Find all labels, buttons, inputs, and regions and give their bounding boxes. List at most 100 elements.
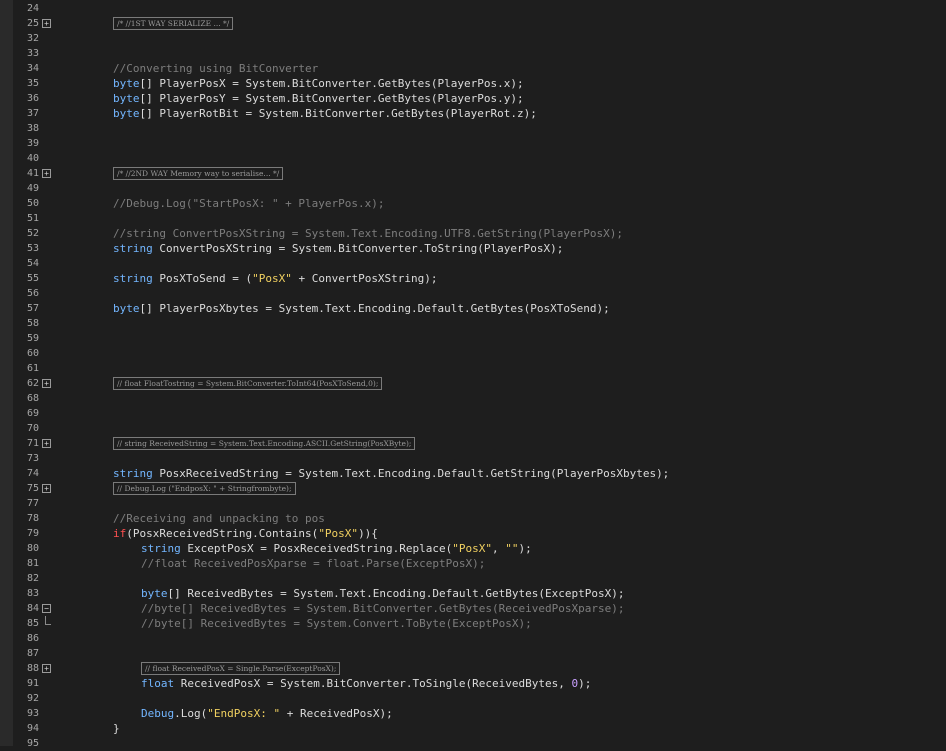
code-line-62[interactable]: 62 + // float FloatTostring = System.BitCo… [0, 376, 946, 391]
line-number: 83 [27, 588, 40, 599]
code-text[interactable]: //string ConvertPosXString = System.Text… [113, 226, 623, 241]
collapsed-region[interactable]: /* //2ND WAY Memory way to serialise... … [113, 167, 284, 180]
string-token: "PosX" [452, 542, 493, 555]
line-number: 78 [27, 513, 40, 524]
code-line-77[interactable]: 77 [0, 496, 946, 511]
code-line-57[interactable]: 57 byte[] PlayerPosXbytes = System.Text.E… [0, 301, 946, 316]
code-line-68[interactable]: 68 [0, 391, 946, 406]
line-number: 74 [27, 468, 40, 479]
code-line-41[interactable]: 41 + /* //2ND WAY Memory way to serialise.… [0, 166, 946, 181]
code-text[interactable]: byte[] PlayerPosX = System.BitConverter.… [113, 76, 524, 91]
code-text[interactable]: string PosxReceivedString = System.Text.… [113, 466, 669, 481]
collapse-fold-icon[interactable]: − [42, 604, 51, 613]
code-text[interactable]: string PosXToSend = ("PosX" + ConvertPos… [113, 271, 438, 286]
code-line-84[interactable]: 84− //byte[] ReceivedBytes = System.BitCo… [0, 601, 946, 616]
code-line-59[interactable]: 59 [0, 331, 946, 346]
code-line-85[interactable]: 85 //byte[] ReceivedBytes = System.Conver… [0, 616, 946, 631]
expand-fold-icon[interactable]: + [42, 439, 51, 448]
code-line-54[interactable]: 54 [0, 256, 946, 271]
code-line-87[interactable]: 87 [0, 646, 946, 661]
code-line-94[interactable]: 94} [0, 721, 946, 736]
comment-token: //byte[] ReceivedBytes = System.Convert.… [141, 617, 532, 630]
code-line-81[interactable]: 81 //float ReceivedPosXparse = float.Pars… [0, 556, 946, 571]
code-line-34[interactable]: 34 //Converting using BitConverter [0, 61, 946, 76]
line-number: 94 [27, 723, 40, 734]
keyword-token: byte [141, 587, 168, 600]
code-line-53[interactable]: 53 string ConvertPosXString = System.BitC… [0, 241, 946, 256]
code-text[interactable]: if(PosxReceivedString.Contains("PosX")){ [113, 526, 378, 541]
code-text[interactable]: byte[] PlayerPosXbytes = System.Text.Enc… [113, 301, 610, 316]
line-number: 55 [27, 273, 40, 284]
code-text[interactable]: byte[] PlayerRotBit = System.BitConverte… [113, 106, 537, 121]
expand-fold-icon[interactable]: + [42, 664, 51, 673]
code-text[interactable]: //byte[] ReceivedBytes = System.Convert.… [141, 616, 532, 631]
code-line-58[interactable]: 58 [0, 316, 946, 331]
collapsed-region[interactable]: // string ReceivedString = System.Text.E… [113, 437, 416, 450]
line-number: 61 [27, 363, 40, 374]
code-line-61[interactable]: 61 [0, 361, 946, 376]
collapsed-region[interactable]: // Debug.Log ("EndposX: " + Stringfromby… [113, 482, 296, 495]
code-text[interactable]: //Converting using BitConverter [113, 61, 318, 76]
code-text[interactable]: byte[] PlayerPosY = System.BitConverter.… [113, 91, 524, 106]
code-text[interactable]: //Debug.Log("StartPosX: " + PlayerPos.x)… [113, 196, 385, 211]
code-line-74[interactable]: 74 string PosxReceivedString = System.Tex… [0, 466, 946, 481]
line-number: 92 [27, 693, 40, 704]
code-text[interactable]: string ConvertPosXString = System.BitCon… [113, 241, 563, 256]
code-line-36[interactable]: 36 byte[] PlayerPosY = System.BitConverte… [0, 91, 946, 106]
code-line-56[interactable]: 56 [0, 286, 946, 301]
code-line-32[interactable]: 32 [0, 31, 946, 46]
code-line-55[interactable]: 55 string PosXToSend = ("PosX" + ConvertP… [0, 271, 946, 286]
code-line-95[interactable]: 95 [0, 736, 946, 751]
code-line-91[interactable]: 91 float ReceivedPosX = System.BitConvert… [0, 676, 946, 691]
code-line-24[interactable]: 24 [0, 1, 946, 16]
code-line-52[interactable]: 52 //string ConvertPosXString = System.Te… [0, 226, 946, 241]
keyword-token: string [113, 242, 153, 255]
collapsed-region[interactable]: // float ReceivedPosX = Single.Parse(Exc… [141, 662, 341, 675]
code-line-92[interactable]: 92 [0, 691, 946, 706]
code-line-35[interactable]: 35 byte[] PlayerPosX = System.BitConverte… [0, 76, 946, 91]
code-text[interactable]: } [113, 721, 120, 736]
fold-end-marker [45, 616, 51, 625]
code-line-73[interactable]: 73 [0, 451, 946, 466]
code-text[interactable]: //byte[] ReceivedBytes = System.BitConve… [141, 601, 624, 616]
keyword-token: byte [113, 302, 140, 315]
code-line-80[interactable]: 80 string ExceptPosX = PosxReceivedString… [0, 541, 946, 556]
code-text[interactable]: //Receiving and unpacking to pos [113, 511, 325, 526]
code-line-49[interactable]: 49 [0, 181, 946, 196]
code-line-51[interactable]: 51 [0, 211, 946, 226]
expand-fold-icon[interactable]: + [42, 379, 51, 388]
code-line-70[interactable]: 70 [0, 421, 946, 436]
code-line-38[interactable]: 38 [0, 121, 946, 136]
code-line-82[interactable]: 82 [0, 571, 946, 586]
code-line-93[interactable]: 93 Debug.Log("EndPosX: " + ReceivedPosX); [0, 706, 946, 721]
code-text[interactable]: byte[] ReceivedBytes = System.Text.Encod… [141, 586, 624, 601]
collapsed-region[interactable]: /* //1ST WAY SERIALIZE ... */ [113, 17, 234, 30]
code-line-71[interactable]: 71 + // string ReceivedString = System.Tex… [0, 436, 946, 451]
expand-fold-icon[interactable]: + [42, 484, 51, 493]
code-line-78[interactable]: 78 //Receiving and unpacking to pos [0, 511, 946, 526]
line-number: 40 [27, 153, 40, 164]
code-line-39[interactable]: 39 [0, 136, 946, 151]
line-number: 75 [27, 483, 40, 494]
code-line-83[interactable]: 83 byte[] ReceivedBytes = System.Text.Enc… [0, 586, 946, 601]
code-line-75[interactable]: 75 + // Debug.Log ("EndposX: " + Stringfro… [0, 481, 946, 496]
collapsed-region[interactable]: // float FloatTostring = System.BitConve… [113, 377, 383, 390]
code-text[interactable]: string ExceptPosX = PosxReceivedString.R… [141, 541, 532, 556]
expand-fold-icon[interactable]: + [42, 19, 51, 28]
code-line-37[interactable]: 37 byte[] PlayerRotBit = System.BitConver… [0, 106, 946, 121]
code-token: , [492, 542, 506, 555]
code-line-86[interactable]: 86 [0, 631, 946, 646]
code-line-25[interactable]: 25 + /* //1ST WAY SERIALIZE ... */ [0, 16, 946, 31]
code-line-60[interactable]: 60 [0, 346, 946, 361]
code-line-69[interactable]: 69 [0, 406, 946, 421]
code-line-88[interactable]: 88 + // float ReceivedPosX = Single.Parse(… [0, 661, 946, 676]
code-text[interactable]: Debug.Log("EndPosX: " + ReceivedPosX); [141, 706, 393, 721]
code-line-33[interactable]: 33 [0, 46, 946, 61]
code-line-50[interactable]: 50 //Debug.Log("StartPosX: " + PlayerPos.… [0, 196, 946, 211]
code-line-79[interactable]: 79 if(PosxReceivedString.Contains("PosX")… [0, 526, 946, 541]
expand-fold-icon[interactable]: + [42, 169, 51, 178]
code-text[interactable]: //float ReceivedPosXparse = float.Parse(… [141, 556, 485, 571]
code-line-40[interactable]: 40 [0, 151, 946, 166]
comment-token: //string ConvertPosXString = System.Text… [113, 227, 623, 240]
code-text[interactable]: float ReceivedPosX = System.BitConverter… [141, 676, 591, 691]
